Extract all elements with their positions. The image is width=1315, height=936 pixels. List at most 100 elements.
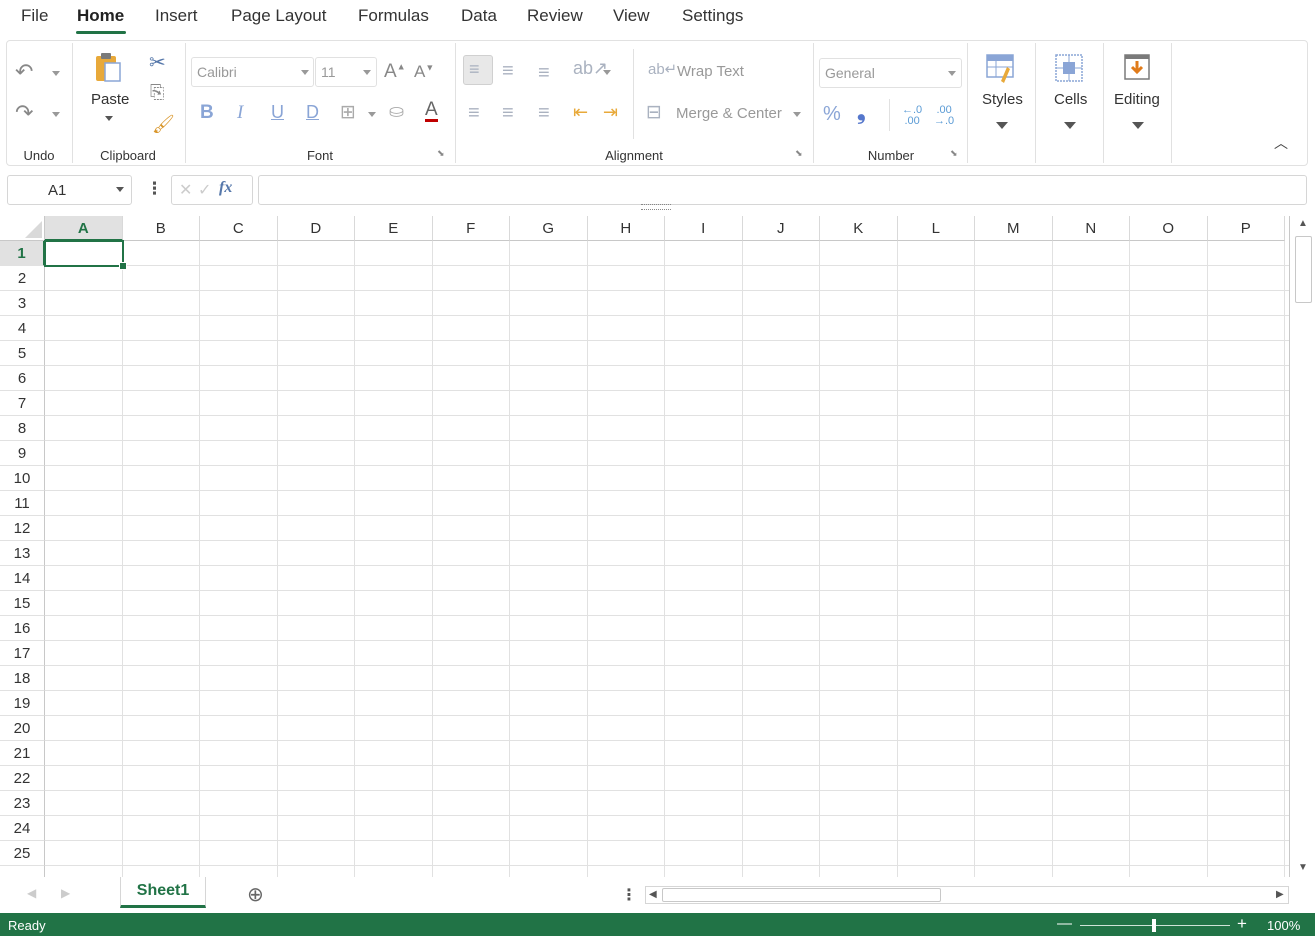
zoom-slider-thumb[interactable] — [1152, 919, 1156, 932]
increase-font-size-icon[interactable]: A▲ — [384, 62, 406, 81]
row-header[interactable]: 19 — [0, 691, 45, 716]
name-box-caret-icon[interactable] — [116, 187, 124, 192]
column-header[interactable]: P — [1207, 216, 1285, 241]
column-header[interactable]: B — [122, 216, 200, 241]
wrap-text-button[interactable]: Wrap Text — [677, 63, 744, 80]
column-header[interactable]: J — [742, 216, 820, 241]
scroll-left-icon[interactable]: ◀ — [649, 889, 657, 900]
orientation-dropdown-icon[interactable] — [603, 70, 611, 75]
select-all-corner[interactable] — [0, 216, 45, 241]
add-sheet-icon[interactable]: ⊕ — [247, 882, 264, 907]
alignment-dialog-launcher-icon[interactable]: ⬊ — [795, 148, 803, 159]
align-right-icon[interactable]: ≡ — [538, 103, 550, 123]
font-dialog-launcher-icon[interactable]: ⬊ — [437, 148, 445, 159]
menu-data[interactable]: Data — [461, 6, 497, 26]
editing-dropdown-icon[interactable] — [1132, 122, 1144, 129]
row-header[interactable]: 21 — [0, 741, 45, 766]
align-center-icon[interactable]: ≡ — [502, 103, 514, 123]
zoom-out-icon[interactable]: — — [1057, 915, 1072, 932]
sheet-tab-sheet1[interactable]: Sheet1 — [120, 877, 206, 908]
column-header[interactable]: L — [897, 216, 975, 241]
font-color-icon[interactable]: A — [425, 100, 438, 122]
zoom-level[interactable]: 100% — [1267, 918, 1300, 933]
double-underline-icon[interactable]: D — [306, 103, 319, 121]
decrease-decimal-icon[interactable]: .00 →.0 — [934, 105, 954, 127]
font-name-caret-icon[interactable] — [301, 70, 309, 75]
row-header[interactable]: 11 — [0, 491, 45, 516]
comma-style-icon[interactable]: ❟ — [857, 101, 866, 123]
cells-dropdown-icon[interactable] — [1064, 122, 1076, 129]
zoom-in-icon[interactable]: + — [1237, 914, 1247, 934]
decrease-font-size-icon[interactable]: A▼ — [414, 63, 434, 80]
formula-input[interactable] — [258, 175, 1307, 205]
column-header[interactable]: D — [277, 216, 355, 241]
redo-icon[interactable]: ↷ — [15, 102, 33, 124]
row-header[interactable]: 2 — [0, 266, 45, 291]
undo-dropdown-icon[interactable] — [52, 71, 60, 76]
align-middle-icon[interactable]: ≡ — [502, 61, 514, 81]
cancel-formula-icon[interactable]: ✕ — [179, 180, 192, 200]
row-header[interactable]: 20 — [0, 716, 45, 741]
wrap-text-icon[interactable]: ab↵ — [648, 62, 677, 77]
align-bottom-icon[interactable]: ≡ — [538, 63, 550, 83]
row-header[interactable]: 25 — [0, 841, 45, 866]
format-painter-icon[interactable]: 🖌 — [152, 115, 175, 133]
sheet-bar-splitter-icon[interactable]: ⋮ — [621, 885, 637, 905]
align-left-icon[interactable]: ≡ — [468, 103, 480, 123]
font-name-dropdown[interactable]: Calibri — [191, 57, 314, 87]
confirm-formula-icon[interactable]: ✓ — [198, 180, 211, 200]
decrease-indent-icon[interactable]: ⇤ — [573, 103, 588, 121]
fill-color-icon[interactable]: ⛀ — [389, 102, 404, 120]
insert-function-icon[interactable]: fx — [219, 179, 232, 197]
row-header[interactable]: 17 — [0, 641, 45, 666]
menu-view[interactable]: View — [613, 6, 650, 26]
row-header[interactable]: 6 — [0, 366, 45, 391]
row-header[interactable]: 23 — [0, 791, 45, 816]
styles-button[interactable]: Styles — [982, 91, 1023, 108]
name-box[interactable]: A1 — [7, 175, 132, 205]
styles-icon[interactable] — [985, 53, 1015, 83]
number-dialog-launcher-icon[interactable]: ⬊ — [950, 148, 958, 159]
menu-insert[interactable]: Insert — [155, 6, 198, 26]
merge-center-icon[interactable]: ⊟ — [646, 103, 662, 122]
column-header[interactable]: E — [355, 216, 433, 241]
borders-dropdown-icon[interactable] — [368, 112, 376, 117]
row-header[interactable]: 3 — [0, 291, 45, 316]
borders-icon[interactable]: ⊞ — [340, 103, 356, 122]
row-header[interactable]: 8 — [0, 416, 45, 441]
paste-button[interactable]: Paste — [91, 91, 129, 108]
row-header[interactable]: 5 — [0, 341, 45, 366]
font-size-caret-icon[interactable] — [363, 70, 371, 75]
cells-button[interactable]: Cells — [1054, 91, 1087, 108]
menu-home[interactable]: Home — [77, 6, 124, 26]
menu-file[interactable]: File — [21, 6, 48, 26]
row-header[interactable]: 14 — [0, 566, 45, 591]
scroll-right-icon[interactable]: ▶ — [1276, 889, 1284, 900]
menu-settings[interactable]: Settings — [682, 6, 743, 26]
row-header[interactable]: 13 — [0, 541, 45, 566]
merge-center-button[interactable]: Merge & Center — [676, 105, 782, 122]
formula-bar-resize-handle[interactable] — [641, 204, 671, 210]
row-header[interactable]: 15 — [0, 591, 45, 616]
row-header[interactable]: 4 — [0, 316, 45, 341]
menu-formulas[interactable]: Formulas — [358, 6, 429, 26]
row-header[interactable]: 22 — [0, 766, 45, 791]
menu-review[interactable]: Review — [527, 6, 583, 26]
merge-center-dropdown-icon[interactable] — [793, 112, 801, 117]
paste-icon[interactable] — [93, 51, 123, 83]
column-header[interactable]: C — [200, 216, 278, 241]
bold-icon[interactable]: B — [200, 103, 214, 122]
column-header[interactable]: O — [1130, 216, 1208, 241]
row-header[interactable]: 10 — [0, 466, 45, 491]
column-header[interactable]: I — [665, 216, 743, 241]
row-header[interactable]: 1 — [0, 241, 45, 266]
prev-sheet-icon[interactable]: ◀ — [27, 886, 36, 900]
number-format-dropdown[interactable]: General — [819, 58, 962, 88]
percent-style-icon[interactable]: % — [823, 104, 841, 124]
row-header[interactable]: 18 — [0, 666, 45, 691]
column-header[interactable]: M — [975, 216, 1053, 241]
column-header[interactable]: A — [45, 216, 123, 241]
active-cell[interactable] — [44, 240, 124, 267]
column-header[interactable]: G — [510, 216, 588, 241]
row-header[interactable]: 12 — [0, 516, 45, 541]
